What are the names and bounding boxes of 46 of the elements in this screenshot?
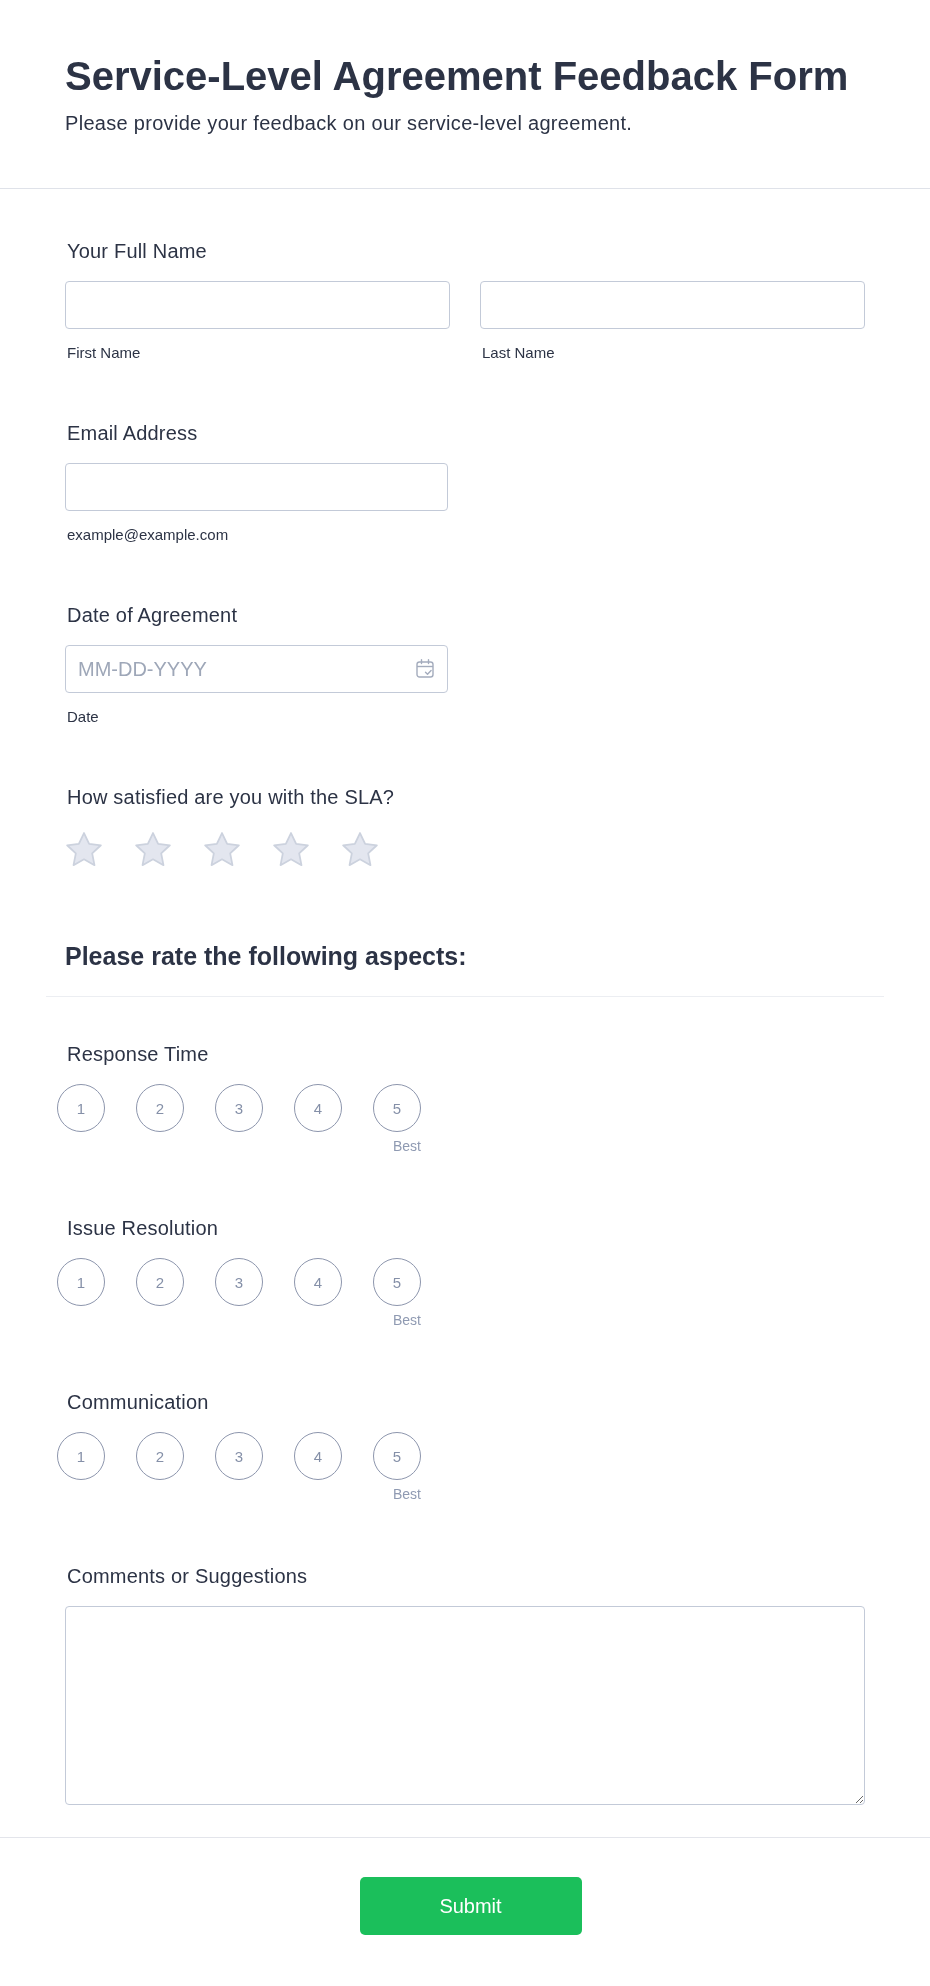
- rating-option[interactable]: 4: [294, 1258, 342, 1306]
- field-label: Issue Resolution: [66, 1216, 219, 1240]
- field-label: Your Full Name: [66, 239, 207, 263]
- scale-end-label: Best: [393, 1312, 421, 1328]
- star-icon[interactable]: [134, 831, 172, 867]
- field-label: How satisfied are you with the SLA?: [66, 785, 395, 809]
- field-sublabel: First Name: [66, 344, 141, 362]
- star-rating[interactable]: [65, 831, 379, 867]
- field-sublabel: Last Name: [481, 344, 555, 362]
- date-input[interactable]: MM-DD-YYYY: [65, 645, 448, 693]
- field-label: Comments or Suggestions: [66, 1564, 308, 1588]
- field-label: Response Time: [66, 1042, 209, 1066]
- email-input[interactable]: [65, 463, 448, 511]
- field-sublabel: Date: [66, 708, 99, 726]
- rating-option[interactable]: 3: [215, 1084, 263, 1132]
- field-sublabel: example@example.com: [66, 526, 229, 544]
- scale-end-label: Best: [393, 1486, 421, 1502]
- submit-button[interactable]: Submit: [359, 1877, 582, 1935]
- first-name-input[interactable]: [65, 281, 450, 329]
- rating-option[interactable]: 4: [294, 1432, 342, 1480]
- rating-option[interactable]: 2: [136, 1084, 184, 1132]
- rating-option[interactable]: 5: [373, 1258, 421, 1306]
- rating-option[interactable]: 1: [57, 1432, 105, 1480]
- star-icon[interactable]: [65, 831, 103, 867]
- section-heading: Please rate the following aspects:: [65, 941, 467, 971]
- rating-option[interactable]: 5: [373, 1432, 421, 1480]
- rating-option[interactable]: 3: [215, 1258, 263, 1306]
- rating-option[interactable]: 1: [57, 1258, 105, 1306]
- last-name-input[interactable]: [480, 281, 865, 329]
- rating-option[interactable]: 5: [373, 1084, 421, 1132]
- star-icon[interactable]: [341, 831, 379, 867]
- comments-textarea[interactable]: [65, 1606, 865, 1805]
- calendar-icon[interactable]: [416, 659, 434, 678]
- rating-option[interactable]: 2: [136, 1432, 184, 1480]
- scale-end-label: Best: [393, 1138, 421, 1154]
- form-title: Service-Level Agreement Feedback Form: [65, 53, 849, 100]
- form-subtitle: Please provide your feedback on our service-level agreement.: [65, 111, 633, 135]
- field-label: Date of Agreement: [66, 603, 238, 627]
- rating-option[interactable]: 2: [136, 1258, 184, 1306]
- field-label: Communication: [66, 1390, 209, 1414]
- rating-option[interactable]: 1: [57, 1084, 105, 1132]
- field-label: Email Address: [66, 421, 198, 445]
- rating-option[interactable]: 3: [215, 1432, 263, 1480]
- star-icon[interactable]: [203, 831, 241, 867]
- rating-option[interactable]: 4: [294, 1084, 342, 1132]
- star-icon[interactable]: [272, 831, 310, 867]
